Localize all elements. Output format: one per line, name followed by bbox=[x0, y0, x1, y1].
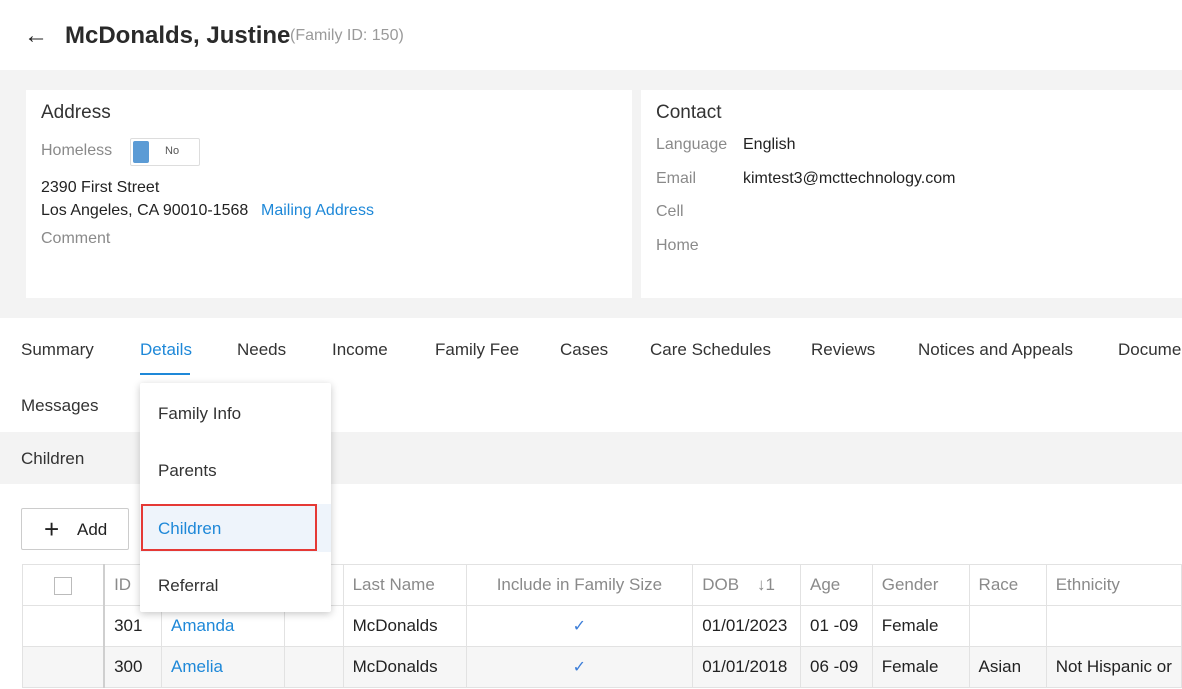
details-dropdown-menu: Family Info Parents Children Referral bbox=[140, 383, 331, 612]
child-last-name: McDonalds bbox=[342, 646, 467, 688]
select-all-header bbox=[22, 564, 105, 606]
language-value: English bbox=[743, 136, 796, 153]
child-first-name-link[interactable]: Amelia bbox=[161, 646, 285, 688]
menu-item-label: Parents bbox=[158, 461, 217, 480]
mailing-address-link[interactable]: Mailing Address bbox=[261, 202, 374, 220]
child-age: 01 -09 bbox=[799, 605, 873, 647]
blank-cell bbox=[283, 646, 344, 688]
address-card: Address Homeless No 2390 First Street Lo… bbox=[26, 90, 632, 298]
family-id: (Family ID: 150) bbox=[290, 27, 404, 44]
row-select-cell[interactable] bbox=[22, 646, 105, 688]
col-last-name[interactable]: Last Name bbox=[342, 564, 467, 606]
row-select-cell[interactable] bbox=[22, 605, 105, 647]
tab-family-fee[interactable]: Family Fee bbox=[435, 340, 519, 360]
email-label: Email bbox=[656, 170, 697, 187]
menu-item-family-info[interactable]: Family Info bbox=[140, 389, 331, 437]
tab-summary[interactable]: Summary bbox=[21, 340, 94, 360]
col-age[interactable]: Age bbox=[799, 564, 873, 606]
table-row[interactable]: 300 Amelia McDonalds ✓ 01/01/2018 06 -09… bbox=[22, 646, 1182, 688]
child-dob: 01/01/2018 bbox=[692, 646, 801, 688]
menu-item-parents[interactable]: Parents bbox=[140, 446, 331, 494]
child-dob: 01/01/2023 bbox=[692, 605, 801, 647]
tab-reviews[interactable]: Reviews bbox=[811, 340, 875, 360]
include-check-icon: ✓ bbox=[465, 646, 694, 688]
child-gender: Female bbox=[871, 605, 970, 647]
child-gender: Female bbox=[871, 646, 970, 688]
sort-descending-icon[interactable]: ↓1 bbox=[757, 575, 775, 594]
address-heading: Address bbox=[41, 102, 111, 123]
tab-income[interactable]: Income bbox=[332, 340, 388, 360]
language-label: Language bbox=[656, 136, 728, 153]
active-tab-indicator bbox=[140, 373, 190, 375]
child-race: Asian bbox=[968, 646, 1047, 688]
contact-heading: Contact bbox=[656, 102, 722, 123]
col-include-family-size[interactable]: Include in Family Size bbox=[465, 564, 694, 606]
child-id: 300 bbox=[103, 646, 163, 688]
tab-documents[interactable]: Documer bbox=[1118, 340, 1182, 360]
cell-label: Cell bbox=[656, 203, 684, 220]
add-button[interactable]: + Add bbox=[21, 508, 129, 550]
child-age: 06 -09 bbox=[799, 646, 873, 688]
tab-cases[interactable]: Cases bbox=[560, 340, 608, 360]
home-label: Home bbox=[656, 237, 699, 254]
page-title: McDonalds, Justine bbox=[65, 22, 291, 49]
menu-item-referral[interactable]: Referral bbox=[140, 561, 331, 609]
tab-notices-and-appeals[interactable]: Notices and Appeals bbox=[918, 340, 1073, 360]
include-check-icon: ✓ bbox=[465, 605, 694, 647]
contact-card: Contact Language English Email kimtest3@… bbox=[641, 90, 1182, 298]
highlight-box bbox=[141, 504, 317, 551]
col-ethnicity[interactable]: Ethnicity bbox=[1045, 564, 1182, 606]
toggle-knob bbox=[133, 141, 149, 163]
tab-messages[interactable]: Messages bbox=[21, 396, 98, 416]
page-header: ← McDonalds, Justine (Family ID: 150) bbox=[0, 0, 1182, 70]
menu-item-label: Family Info bbox=[158, 404, 242, 423]
child-ethnicity bbox=[1045, 605, 1182, 647]
dob-header-label: DOB bbox=[702, 575, 740, 594]
toggle-value: No bbox=[165, 145, 180, 157]
child-ethnicity: Not Hispanic or bbox=[1045, 646, 1182, 688]
plus-icon: + bbox=[44, 514, 60, 544]
col-gender[interactable]: Gender bbox=[871, 564, 970, 606]
tab-care-schedules[interactable]: Care Schedules bbox=[650, 340, 771, 360]
select-all-checkbox[interactable] bbox=[54, 576, 73, 595]
add-button-label: Add bbox=[77, 520, 108, 539]
col-dob[interactable]: DOB ↓1 bbox=[692, 564, 801, 606]
email-value: kimtest3@mcttechnology.com bbox=[743, 170, 956, 187]
menu-item-label: Referral bbox=[158, 576, 219, 595]
child-race bbox=[968, 605, 1047, 647]
col-race[interactable]: Race bbox=[968, 564, 1047, 606]
homeless-label: Homeless bbox=[41, 142, 113, 159]
tab-needs[interactable]: Needs bbox=[237, 340, 286, 360]
comment-label: Comment bbox=[41, 230, 111, 247]
street-address: 2390 First Street bbox=[41, 179, 160, 196]
homeless-toggle[interactable]: No bbox=[130, 138, 200, 166]
tab-details[interactable]: Details bbox=[140, 340, 192, 360]
city-line: Los Angeles, CA 90010-1568 bbox=[41, 202, 249, 219]
back-arrow-icon[interactable]: ← bbox=[24, 22, 48, 50]
child-last-name: McDonalds bbox=[342, 605, 467, 647]
section-title: Children bbox=[21, 449, 85, 468]
